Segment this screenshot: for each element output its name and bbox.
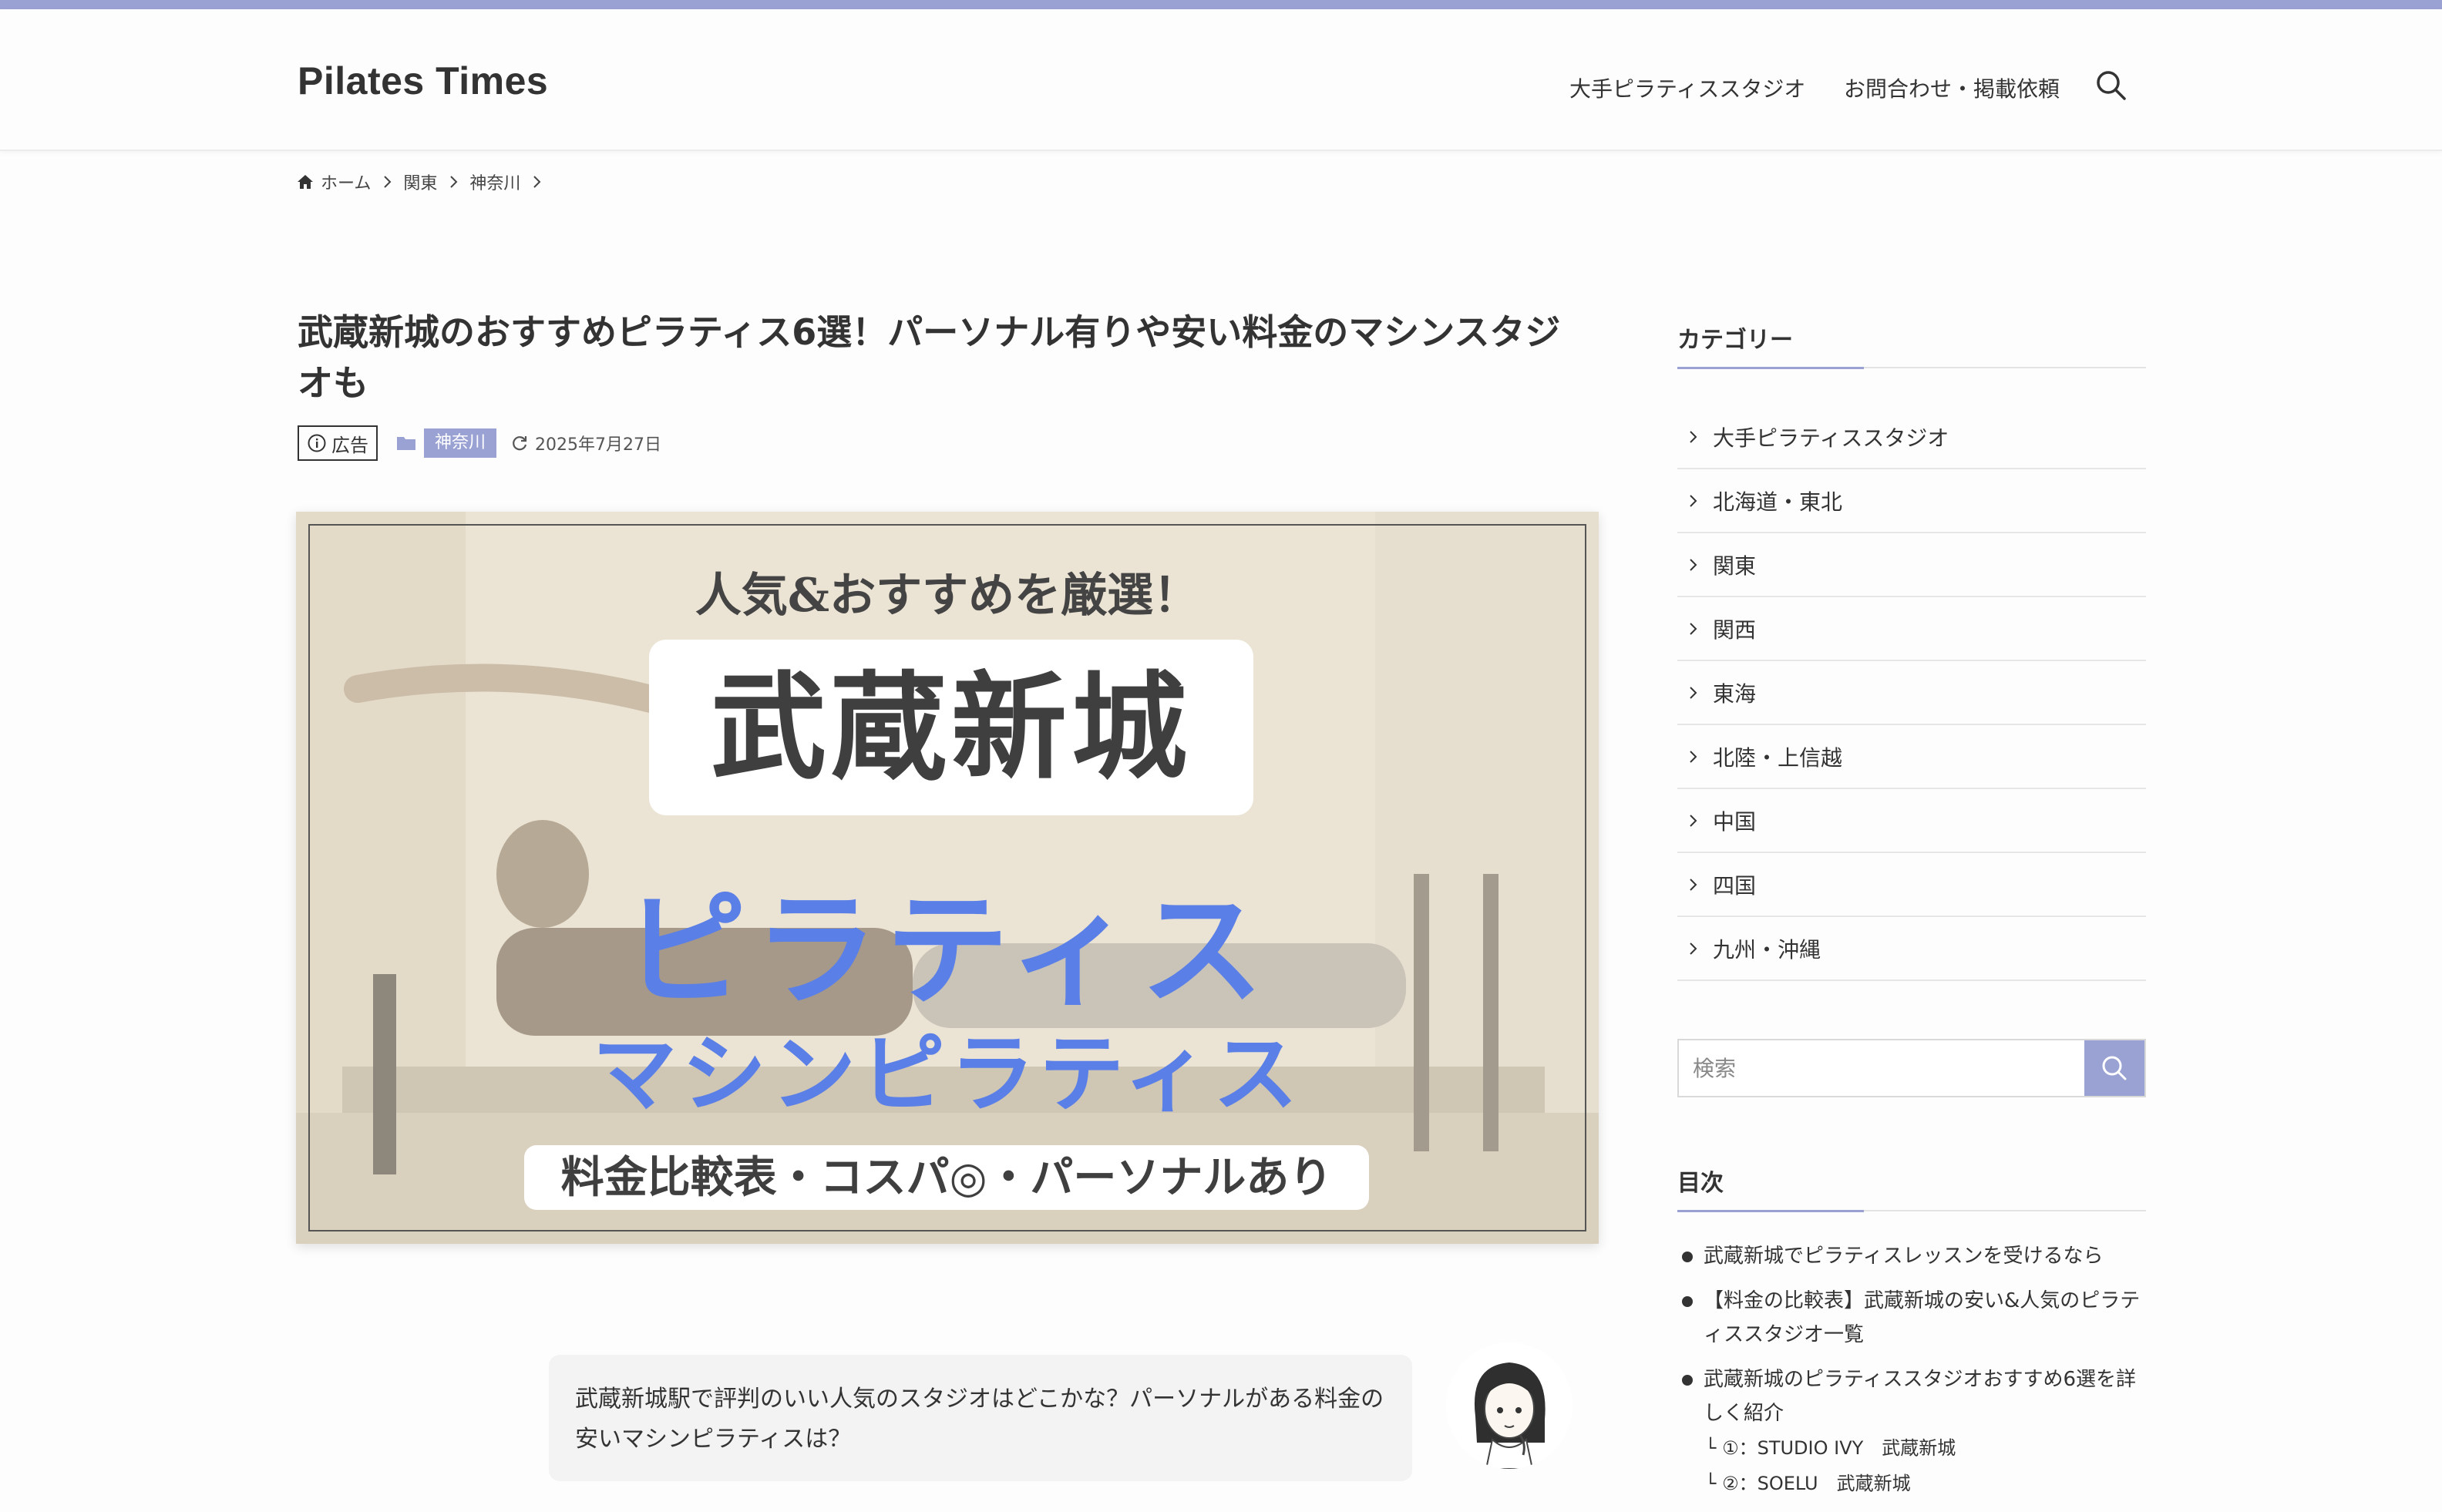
category-item[interactable]: 関西 — [1677, 597, 2146, 661]
toc-heading-divider — [1677, 1210, 2146, 1212]
hero-secondary-text: マシンピラティス — [592, 1024, 1303, 1124]
category-label: 東海 — [1713, 680, 1757, 707]
breadcrumb-kanto[interactable]: 関東 — [403, 170, 437, 194]
ad-label: 広告 — [331, 434, 368, 456]
chevron-right-icon — [1690, 942, 1697, 955]
hero-bottom-text: 料金比較表・コスパ◎・パーソナルあり — [560, 1152, 1333, 1203]
avatar — [1446, 1342, 1572, 1469]
refresh-icon — [513, 436, 527, 451]
table-of-contents: 武蔵新城でピラティスレッスンを受けるなら 【料金の比較表】武蔵新城の安い&人気の… — [1680, 1239, 2146, 1501]
category-item[interactable]: 関東 — [1677, 533, 2146, 597]
category-item[interactable]: 北陸・上信越 — [1677, 725, 2146, 789]
hero-subtitle: 人気&おすすめを厳選！ — [695, 569, 1200, 623]
toc-item[interactable]: 武蔵新城でピラティスレッスンを受けるなら — [1680, 1239, 2146, 1273]
updated-date: 2025年7月27日 — [535, 435, 661, 455]
chevron-right-icon — [1690, 622, 1697, 635]
article-meta: 広告 神奈川 2025年7月27日 — [298, 425, 661, 461]
hero-image: 人気&おすすめを厳選！ 武蔵新城 ピラティス マシンピラティス 料金比較表・コス… — [296, 512, 1599, 1244]
chevron-right-icon — [1690, 686, 1697, 699]
breadcrumb-home[interactable]: ホーム — [321, 170, 371, 194]
sidebar-search-input[interactable] — [1679, 1040, 2086, 1096]
toc-heading: 目次 — [1677, 1170, 1724, 1197]
categories-heading-divider — [1677, 367, 2146, 369]
toc-item[interactable]: 【料金の比較表】武蔵新城の安い&人気のピラティススタジオ一覧 — [1680, 1284, 2146, 1352]
hero-city: 武蔵新城 — [710, 660, 1192, 795]
category-item[interactable]: 大手ピラティススタジオ — [1677, 405, 2146, 469]
chevron-right-icon — [1690, 494, 1697, 507]
category-badge[interactable]: 神奈川 — [424, 428, 497, 458]
speech-bubble: 武蔵新城駅で評判のいい人気のスタジオはどこかな？パーソナルがある料金の安いマシン… — [549, 1355, 1412, 1481]
home-icon — [298, 175, 313, 189]
site-header: Pilates Times 大手ピラティススタジオ お問合わせ・掲載依頼 — [0, 9, 2442, 151]
top-accent-bar — [0, 0, 2442, 9]
category-item[interactable]: 東海 — [1677, 661, 2146, 725]
chevron-right-icon — [1690, 814, 1697, 827]
chevron-right-icon — [384, 176, 392, 188]
breadcrumb-kanagawa[interactable]: 神奈川 — [469, 170, 520, 194]
site-logo[interactable]: Pilates Times — [298, 59, 548, 103]
folder-icon — [397, 437, 415, 450]
search-icon — [2102, 1056, 2127, 1080]
category-label: 大手ピラティススタジオ — [1713, 425, 1949, 451]
category-item[interactable]: 九州・沖縄 — [1677, 917, 2146, 981]
sidebar-search — [1677, 1039, 2146, 1097]
chevron-right-icon — [1690, 430, 1697, 443]
hero-main-text: ピラティス — [623, 878, 1272, 1023]
category-label: 四国 — [1713, 872, 1757, 899]
category-item[interactable]: 北海道・東北 — [1677, 469, 2146, 533]
category-label: 北陸・上信越 — [1713, 744, 1843, 771]
nav-item-contact[interactable]: お問合わせ・掲載依頼 — [1844, 72, 2060, 103]
toc-subitem[interactable]: └ ②：SOELU 武蔵新城 — [1680, 1466, 2146, 1501]
category-item[interactable]: 中国 — [1677, 789, 2146, 853]
category-list: 大手ピラティススタジオ 北海道・東北 関東 関西 東海 北陸・上信越 中国 四国… — [1677, 405, 2146, 981]
sidebar-search-button[interactable] — [2084, 1040, 2144, 1096]
chevron-right-icon — [450, 176, 458, 188]
category-label: 北海道・東北 — [1713, 489, 1843, 515]
chevron-right-icon — [1690, 750, 1697, 763]
search-icon[interactable] — [2094, 68, 2129, 103]
categories-heading: カテゴリー — [1677, 327, 1793, 354]
breadcrumb: ホーム 関東 神奈川 — [296, 170, 553, 194]
nav-item-major-studios[interactable]: 大手ピラティススタジオ — [1569, 72, 1805, 103]
ad-badge: 広告 — [298, 425, 378, 461]
article-title: 武蔵新城のおすすめピラティス6選！パーソナル有りや安い料金のマシンスタジオも — [298, 311, 1561, 404]
category-item[interactable]: 四国 — [1677, 853, 2146, 917]
toc-subitem[interactable]: └ ①：STUDIO IVY 武蔵新城 — [1680, 1430, 2146, 1466]
category-label: 九州・沖縄 — [1713, 936, 1821, 963]
category-label: 関西 — [1713, 617, 1757, 643]
toc-item[interactable]: 武蔵新城のピラティススタジオおすすめ6選を詳しく紹介 — [1680, 1362, 2146, 1430]
category-label: 関東 — [1713, 553, 1757, 579]
info-icon — [308, 434, 326, 452]
category-label: 中国 — [1713, 808, 1757, 835]
chevron-right-icon — [1690, 878, 1697, 891]
chevron-right-icon — [533, 176, 541, 188]
chevron-right-icon — [1690, 558, 1697, 571]
